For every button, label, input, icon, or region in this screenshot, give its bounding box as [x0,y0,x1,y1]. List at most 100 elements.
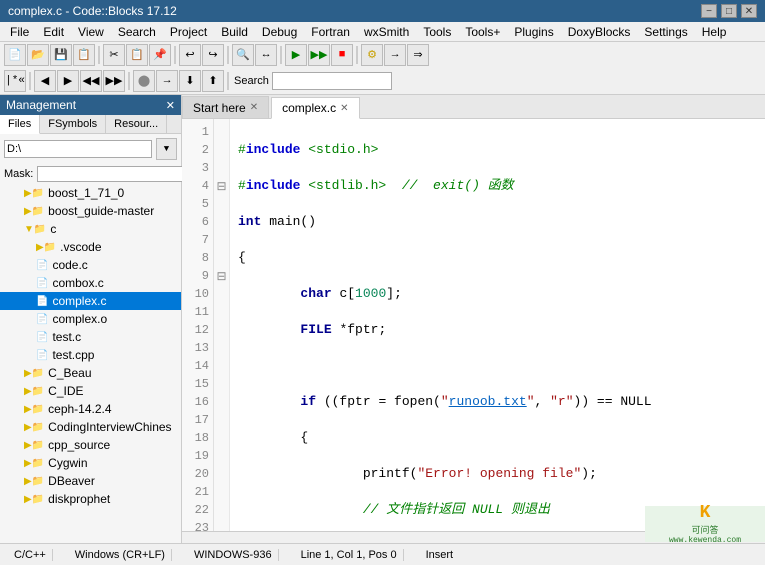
fold-17 [214,411,229,429]
tree-item-c[interactable]: ▼📁 c [0,220,181,238]
toolbar-sep-8 [227,72,229,90]
menu-build[interactable]: Build [215,23,254,41]
folder-icon-open: ▼📁 [24,224,46,235]
token: // 文件指针返回 NULL 则退出 [363,502,550,517]
maximize-button[interactable]: □ [721,4,737,18]
menu-view[interactable]: View [72,23,110,41]
tree-item-label: diskprophet [48,492,110,506]
menu-doxyblocks[interactable]: DoxyBlocks [562,23,637,41]
tree-item-complexc[interactable]: 📄 complex.c [0,292,181,310]
menu-help[interactable]: Help [696,23,733,41]
stop-button[interactable]: ■ [331,44,353,66]
tree-item-cppsource[interactable]: ▶📁 cpp_source [0,436,181,454]
open-button[interactable]: 📂 [27,44,49,66]
tab-close-icon[interactable]: ✕ [340,103,348,114]
tb2-btn1[interactable]: |*« [4,70,26,92]
tree-item-label: C_Beau [48,366,91,380]
paste-button[interactable]: 📌 [149,44,171,66]
save-all-button[interactable]: 📋 [73,44,95,66]
tree-item-vscode[interactable]: ▶📁 .vscode [0,238,181,256]
cut-button[interactable]: ✂ [103,44,125,66]
fold-11 [214,303,229,321]
code-editor[interactable]: 1 2 3 4 5 6 7 8 9 10 11 12 13 14 15 16 1… [182,119,765,531]
tree-item-ceph[interactable]: ▶📁 ceph-14.2.4 [0,400,181,418]
line-num-8: 8 [182,249,213,267]
tab-close-icon[interactable]: ✕ [250,102,258,113]
fold-9[interactable]: ⊟ [214,267,229,285]
menu-file[interactable]: File [4,23,35,41]
tree-item-cygwin[interactable]: ▶📁 Cygwin [0,454,181,472]
step-button[interactable]: → [384,44,406,66]
new-button[interactable]: 📄 [4,44,26,66]
line-num-22: 22 [182,501,213,519]
tree-item-label: test.c [52,330,81,344]
panel-close-button[interactable]: ✕ [166,99,175,112]
tree-item-testcpp[interactable]: 📄 test.cpp [0,346,181,364]
fold-12 [214,321,229,339]
fold-4[interactable]: ⊟ [214,177,229,195]
tree-item-cide[interactable]: ▶📁 C_IDE [0,382,181,400]
tb2-dbg3[interactable]: ⬇ [179,70,201,92]
tb2-btn5[interactable]: ▶▶ [103,70,125,92]
menu-wxsmith[interactable]: wxSmith [358,23,415,41]
path-input[interactable] [4,140,152,158]
editor-area: Start here ✕ complex.c ✕ 1 2 3 4 5 6 7 8… [182,95,765,543]
close-button[interactable]: ✕ [741,4,757,18]
fold-20 [214,465,229,483]
menu-settings[interactable]: Settings [638,23,693,41]
run-button[interactable]: ▶▶ [308,44,330,66]
toolbar-area: 📄 📂 💾 📋 ✂ 📋 📌 ↩ ↪ 🔍 ↔ ▶ ▶▶ ■ ⚙ → ⇒ |*« ◀… [0,42,765,95]
tree-item-boost171[interactable]: ▶📁 boost_1_71_0 [0,184,181,202]
menu-fortran[interactable]: Fortran [305,23,356,41]
tb2-btn4[interactable]: ◀◀ [80,70,102,92]
menu-project[interactable]: Project [164,23,213,41]
line-num-7: 7 [182,231,213,249]
tab-start-here[interactable]: Start here ✕ [182,96,269,118]
tree-item-comboxc[interactable]: 📄 combox.c [0,274,181,292]
window-controls: − □ ✕ [701,4,757,18]
tree-item-cbeau[interactable]: ▶📁 C_Beau [0,364,181,382]
tab-files[interactable]: Files [0,115,40,134]
code-content[interactable]: #include <stdio.h> #include <stdlib.h> /… [230,119,765,531]
tb2-btn2[interactable]: ◀ [34,70,56,92]
code-line-3: int main() [238,213,757,231]
toolbar-sep-2 [174,46,176,64]
menu-plugins[interactable]: Plugins [508,23,559,41]
tree-item-coding[interactable]: ▶📁 CodingInterviewChines [0,418,181,436]
tree-item-boost-guide[interactable]: ▶📁 boost_guide-master [0,202,181,220]
undo-button[interactable]: ↩ [179,44,201,66]
tb2-dbg1[interactable]: ⬤ [133,70,155,92]
next-button[interactable]: ⇒ [407,44,429,66]
save-button[interactable]: 💾 [50,44,72,66]
tb2-btn3[interactable]: ▶ [57,70,79,92]
mask-row: Mask: [0,164,181,184]
title-bar: complex.c - Code::Blocks 17.12 − □ ✕ [0,0,765,22]
tree-item-codec[interactable]: 📄 code.c [0,256,181,274]
menu-edit[interactable]: Edit [37,23,70,41]
build-button[interactable]: ▶ [285,44,307,66]
replace-button[interactable]: ↔ [255,44,277,66]
tab-fsymbols[interactable]: FSymbols [40,115,106,133]
redo-button[interactable]: ↪ [202,44,224,66]
folder-icon: ▶📁 [36,242,56,253]
fold-13 [214,339,229,357]
minimize-button[interactable]: − [701,4,717,18]
tree-item-complexo[interactable]: 📄 complex.o [0,310,181,328]
tb2-dbg4[interactable]: ⬆ [202,70,224,92]
copy-button[interactable]: 📋 [126,44,148,66]
tab-complex-c[interactable]: complex.c ✕ [271,97,359,119]
tab-resources[interactable]: Resour... [106,115,167,133]
path-browse-button[interactable]: ▼ [156,138,177,160]
tree-item-diskprophet[interactable]: ▶📁 diskprophet [0,490,181,508]
menu-debug[interactable]: Debug [256,23,303,41]
debug-button[interactable]: ⚙ [361,44,383,66]
search-input[interactable] [272,72,392,90]
menu-toolsplus[interactable]: Tools+ [459,23,506,41]
tree-item-dbeaver[interactable]: ▶📁 DBeaver [0,472,181,490]
tb2-dbg2[interactable]: → [156,70,178,92]
menu-tools[interactable]: Tools [417,23,457,41]
tree-item-label: code.c [52,258,87,272]
menu-search[interactable]: Search [112,23,162,41]
find-button[interactable]: 🔍 [232,44,254,66]
tree-item-testc[interactable]: 📄 test.c [0,328,181,346]
